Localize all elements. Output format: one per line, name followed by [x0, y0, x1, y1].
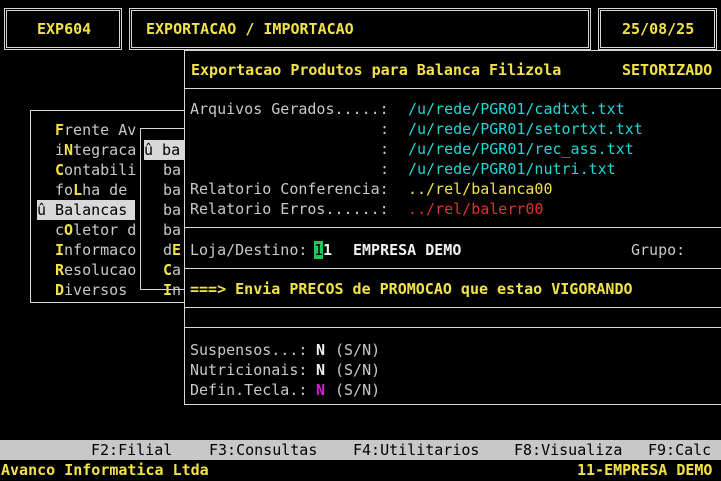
sub-menu-item-2[interactable]: ba — [163, 160, 181, 180]
f2-filial-key[interactable]: F2:Filial — [91, 440, 172, 460]
files-colon-2: : — [380, 120, 390, 138]
main-menu-item-integracao[interactable]: iNtegraca — [55, 140, 136, 160]
sub-menu-item-8[interactable]: In — [163, 280, 181, 300]
suspended-field[interactable]: N — [316, 340, 325, 360]
dialog-mode: SETORIZADO — [622, 61, 713, 79]
file-path-setortxt: /u/rede/PGR01/setortxt.txt — [408, 120, 643, 138]
f9-calc-key[interactable]: F9:Calc — [648, 440, 711, 460]
key-hint: (S/N) — [335, 381, 381, 399]
sub-menu-item-1[interactable]: û ba — [144, 140, 184, 160]
file-path-nutri: /u/rede/PGR01/nutri.txt — [408, 160, 616, 178]
company-name: Avanco Informatica Ltda — [1, 461, 209, 479]
f3-consultas-key[interactable]: F3:Consultas — [209, 440, 317, 460]
report-path: ../rel/balanca00 — [408, 180, 553, 198]
sub-menu-item-5[interactable]: ba — [163, 220, 181, 240]
branch-name: 11-EMPRESA DEMO — [577, 461, 713, 479]
main-menu-item-frente[interactable]: Frente Av — [55, 120, 136, 140]
dialog-title: Exportacao Produtos para Balanca Filizol… — [191, 61, 562, 79]
main-menu-item-balancas[interactable]: û Balancas — [37, 200, 135, 220]
screen-title: EXPORTACAO / IMPORTACAO — [146, 20, 354, 38]
suspended-label: Suspensos...: — [190, 341, 308, 359]
promo-message: ===> Envia PRECOS de PROMOCAO que estao … — [190, 280, 633, 298]
nutritional-label: Nutricionais: — [190, 361, 308, 379]
files-colon-3: : — [380, 140, 390, 158]
files-divider — [184, 227, 721, 228]
store-name: EMPRESA DEMO — [353, 241, 462, 259]
store-label: Loja/Destino: — [190, 241, 308, 259]
message-divider — [184, 307, 721, 308]
store-divider — [184, 268, 721, 269]
files-label: Arquivos Gerados.....: — [190, 100, 389, 118]
suspended-hint: (S/N) — [335, 341, 381, 359]
main-menu-item-resolucao[interactable]: Resolucao — [55, 260, 136, 280]
group-label: Grupo: — [631, 241, 686, 259]
sub-menu-item-6[interactable]: dE — [163, 240, 181, 260]
main-menu-item-informacoes[interactable]: Informaco — [55, 240, 136, 260]
errors-label: Relatorio Erros......: — [190, 200, 389, 218]
program-code: EXP604 — [37, 20, 92, 38]
errors-path: ../rel/balerr00 — [408, 200, 544, 218]
key-field[interactable]: N — [316, 380, 325, 400]
main-menu-item-diversos[interactable]: Diversos — [55, 280, 127, 300]
nutritional-field[interactable]: N — [316, 360, 325, 380]
main-menu-item-folha[interactable]: foLha de — [55, 180, 127, 200]
sub-menu-item-3[interactable]: ba — [163, 180, 181, 200]
text-cursor: 1 — [314, 241, 324, 259]
function-key-bar: F2:Filial F3:Consultas F4:Utilitarios F8… — [0, 440, 721, 460]
key-label: Defin.Tecla.: — [190, 381, 308, 399]
file-path-cadtxt: /u/rede/PGR01/cadtxt.txt — [408, 100, 625, 118]
main-menu-item-contabilidade[interactable]: Contabili — [55, 160, 136, 180]
status-bar: Avanco Informatica Ltda 11-EMPRESA DEMO — [0, 460, 721, 481]
main-menu-item-coletor[interactable]: cOletor d — [55, 220, 136, 240]
report-label: Relatorio Conferencia: — [190, 180, 389, 198]
f4-utilitarios-key[interactable]: F4:Utilitarios — [353, 440, 479, 460]
sub-menu-item-4[interactable]: ba — [163, 200, 181, 220]
f8-visualiza-key[interactable]: F8:Visualiza — [514, 440, 622, 460]
dialog-title-divider — [184, 88, 721, 89]
store-input[interactable]: 11 — [314, 240, 332, 260]
file-path-rec-ass: /u/rede/PGR01/rec_ass.txt — [408, 140, 634, 158]
sub-menu-item-7[interactable]: Ca — [163, 260, 181, 280]
options-divider — [184, 327, 721, 328]
nutritional-hint: (S/N) — [335, 361, 381, 379]
date: 25/08/25 — [622, 20, 695, 38]
files-colon-4: : — [380, 160, 390, 178]
